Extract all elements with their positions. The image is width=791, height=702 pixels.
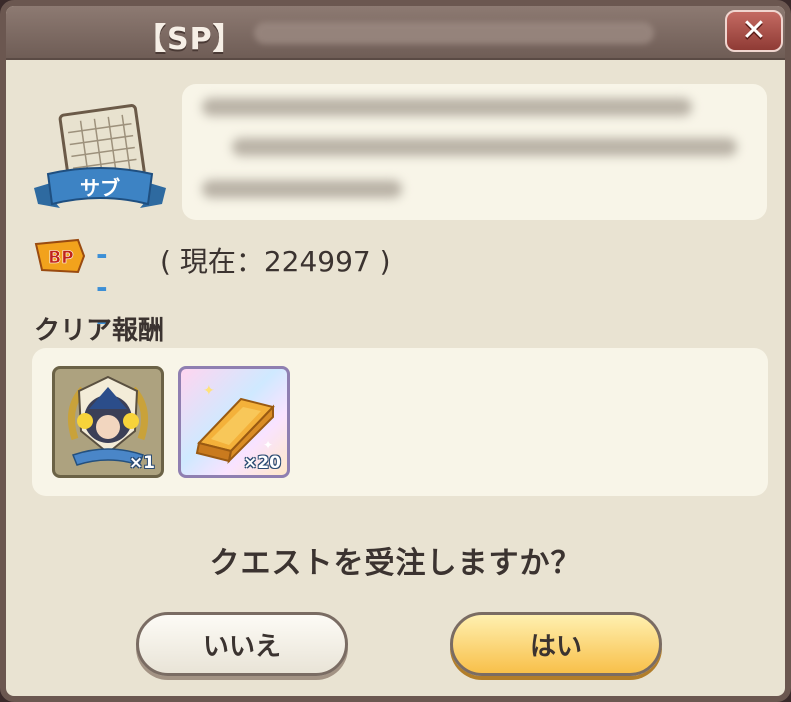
bp-icon: BP xyxy=(34,238,86,274)
confirm-question: クエストを受注しますか？ xyxy=(209,546,582,581)
bp-current-value: ( 現在：224997 ) xyxy=(160,245,391,278)
dialog-title: 【SP】 xyxy=(136,22,244,57)
yes-button[interactable]: はい xyxy=(450,612,662,676)
dialog-titlebar: 【SP】 ✕ xyxy=(6,6,785,60)
close-icon: ✕ xyxy=(741,13,767,48)
quest-description-box xyxy=(182,84,767,220)
no-button[interactable]: いいえ xyxy=(136,612,348,676)
quest-dialog: 【SP】 ✕ サブ BP --- ( 現在：224997 ) クリア報酬 ×1 … xyxy=(0,0,791,702)
svg-text:BP: BP xyxy=(48,248,73,268)
svg-text:✦: ✦ xyxy=(203,383,215,399)
reward-item-medal[interactable]: ×1 xyxy=(52,366,164,478)
blurred-quest-name xyxy=(254,22,654,44)
sub-badge-label: サブ xyxy=(80,176,120,200)
reward-quantity: ×20 xyxy=(243,453,281,473)
svg-text:✦: ✦ xyxy=(263,438,273,452)
sub-quest-calendar-icon: サブ xyxy=(34,104,166,208)
reward-quantity: ×1 xyxy=(128,453,155,473)
close-button[interactable]: ✕ xyxy=(725,10,783,52)
reward-item-gold-bar[interactable]: ✦ ✦ ×20 xyxy=(178,366,290,478)
rewards-label: クリア報酬 xyxy=(34,316,165,346)
